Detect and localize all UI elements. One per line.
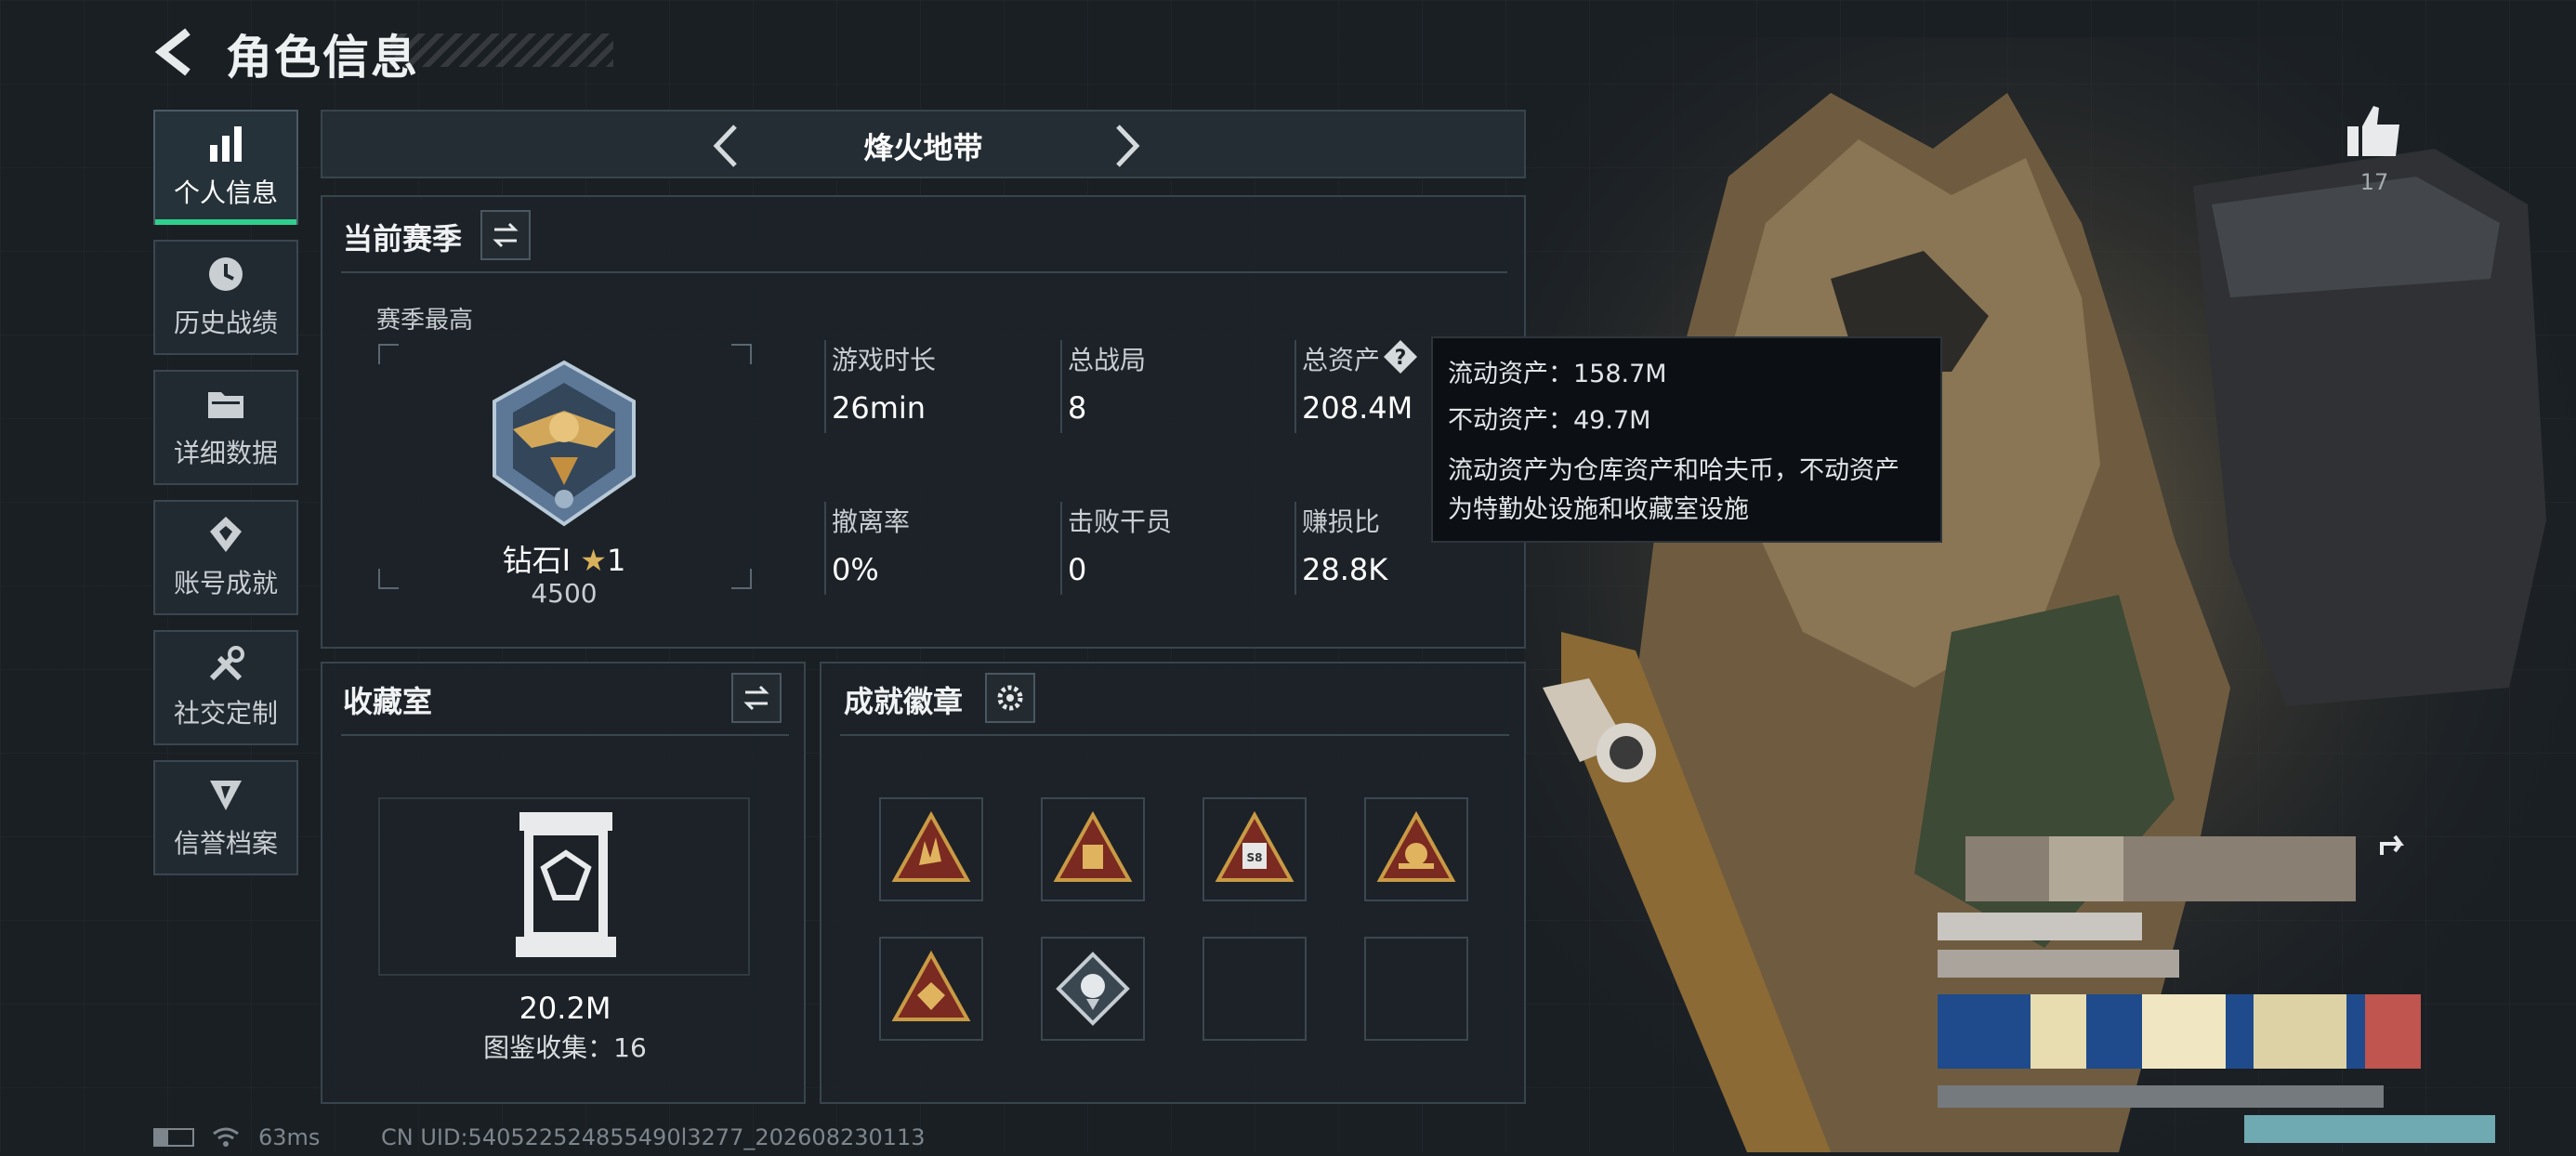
history-clock-icon [209,257,243,291]
stat-label: 击败干员 [1068,506,1173,537]
season-panel: 当前赛季 赛季最高 钻石I ★1 4500 游戏时长 26min 总战局 8 总… [321,195,1526,649]
collection-catalog: 图鉴收集：16 [483,1032,647,1063]
collection-title: 收藏室 [343,684,433,719]
stat-value: 26min [832,390,927,426]
wifi-icon [212,1124,240,1149]
achievement-icon [210,517,242,552]
achievements-settings-button[interactable] [985,673,1035,723]
hand-sign-badge-icon [891,810,971,882]
sidebar-item-label: 账号成就 [173,568,278,598]
asset-help-button[interactable]: ? [1382,338,1419,375]
sidebar-item-achievements[interactable]: 账号成就 [153,500,298,615]
question-mark-icon: ? [1384,340,1417,374]
share-button[interactable] [2374,827,2412,864]
cube-badge-icon [1053,810,1133,882]
mode-title: 烽火地带 [863,130,983,165]
stat-value: 8 [1068,390,1087,426]
collection-switch-button[interactable] [731,673,782,723]
sidebar-item-reputation[interactable]: 信誉档案 [153,760,298,875]
stat-label: 总战局 [1068,345,1147,375]
season-best-label: 赛季最高 [376,307,474,335]
skull-badge-icon [1376,810,1456,882]
rank-points: 4500 [531,578,598,609]
folder-icon [208,392,243,418]
badge-slot-empty[interactable] [1203,937,1307,1041]
stat-operators-killed: 击败干员 0 [1060,502,1274,595]
next-mode-button[interactable] [1103,123,1150,169]
sidebar-item-social-custom[interactable]: 社交定制 [153,630,298,745]
like-button[interactable] [2342,99,2407,164]
collection-panel: 收藏室 20.2M 图鉴收集：16 [321,662,806,1104]
stat-value: 0 [1068,552,1087,587]
sidebar-item-label: 个人信息 [173,177,278,208]
battery-icon [153,1128,194,1147]
sidebar-item-label: 社交定制 [173,698,278,729]
title-decoration [390,33,613,67]
rose-badge-icon [1056,952,1130,1026]
tooltip-fixed-assets: 不动资产：49.7M [1448,406,1651,435]
sidebar-item-label: 历史战绩 [173,308,278,338]
badge-slot[interactable] [879,797,983,901]
divider [341,271,1507,273]
swap-icon [743,685,769,711]
crest-badge-icon [891,950,971,1021]
back-button[interactable] [149,24,204,80]
chevron-right-icon [1116,125,1140,167]
achievements-panel: 成就徽章 S8 [820,662,1526,1104]
rank-line: 钻石I ★1 [322,537,806,580]
gear-icon [997,685,1023,711]
svg-text:?: ? [1395,347,1407,370]
rank-name: 钻石I [502,543,572,578]
display-case-icon [516,812,616,957]
rank-emblem-icon [476,355,652,532]
rank-star-icon: ★ [580,543,607,578]
season-title: 当前赛季 [343,221,463,256]
badge-slot[interactable] [1364,797,1468,901]
sidebar-item-history[interactable]: 历史战绩 [153,240,298,355]
bar-chart-icon [210,126,242,162]
stat-play-time: 游戏时长 26min [824,340,1038,433]
tooltip-desc-line2: 为特勤处设施和收藏室设施 [1448,495,1749,524]
achievements-title: 成就徽章 [844,684,964,719]
thumbs-up-icon [2347,106,2399,156]
tooltip-desc-line1: 流动资产为仓库资产和哈夫币，不动资产 [1448,456,1899,485]
page-title: 角色信息 [226,31,419,85]
badge-slot-empty[interactable] [1364,937,1468,1041]
stat-value: 0% [832,552,879,587]
stat-total-matches: 总战局 8 [1060,340,1274,433]
asset-tooltip: 流动资产：158.7M 不动资产：49.7M 流动资产为仓库资产和哈夫币，不动资… [1431,336,1942,543]
collection-display[interactable] [378,797,750,976]
season-switch-button[interactable] [480,210,531,260]
pixelated-player-card [1938,827,2495,1143]
badge-slot[interactable] [1041,797,1145,901]
rank-stars: 1 [606,543,626,578]
sidebar-item-label: 详细数据 [173,438,278,468]
divider [341,734,789,736]
tooltip-liquid-assets: 流动资产：158.7M [1448,360,1667,388]
divider [840,734,1509,736]
sidebar-item-personal-info[interactable]: 个人信息 [153,110,298,225]
sidebar-item-detailed-data[interactable]: 详细数据 [153,370,298,485]
mode-selector: 烽火地带 [321,110,1526,178]
badge-slot[interactable] [1041,937,1145,1041]
stat-value: 28.8K [1302,552,1388,587]
share-icon [2380,834,2404,855]
reputation-icon [210,781,242,810]
ping: 63ms [258,1124,321,1150]
svg-text:S8: S8 [1247,851,1263,864]
sidebar-item-label: 信誉档案 [173,828,278,859]
uid: CN UID:540522524855490l3277_202608230113 [381,1124,926,1150]
back-arrow-icon [154,28,191,76]
s8-badge-icon: S8 [1215,810,1295,882]
stat-extract-rate: 撤离率 0% [824,502,1038,595]
swap-icon [493,222,519,248]
collection-value: 20.2M [519,991,611,1026]
wrench-icon [209,646,244,681]
badge-slot[interactable] [879,937,983,1041]
like-count: 17 [2359,169,2389,195]
stat-label: 游戏时长 [832,345,937,375]
badge-slot[interactable]: S8 [1203,797,1307,901]
stat-label: 撤离率 [832,506,911,537]
